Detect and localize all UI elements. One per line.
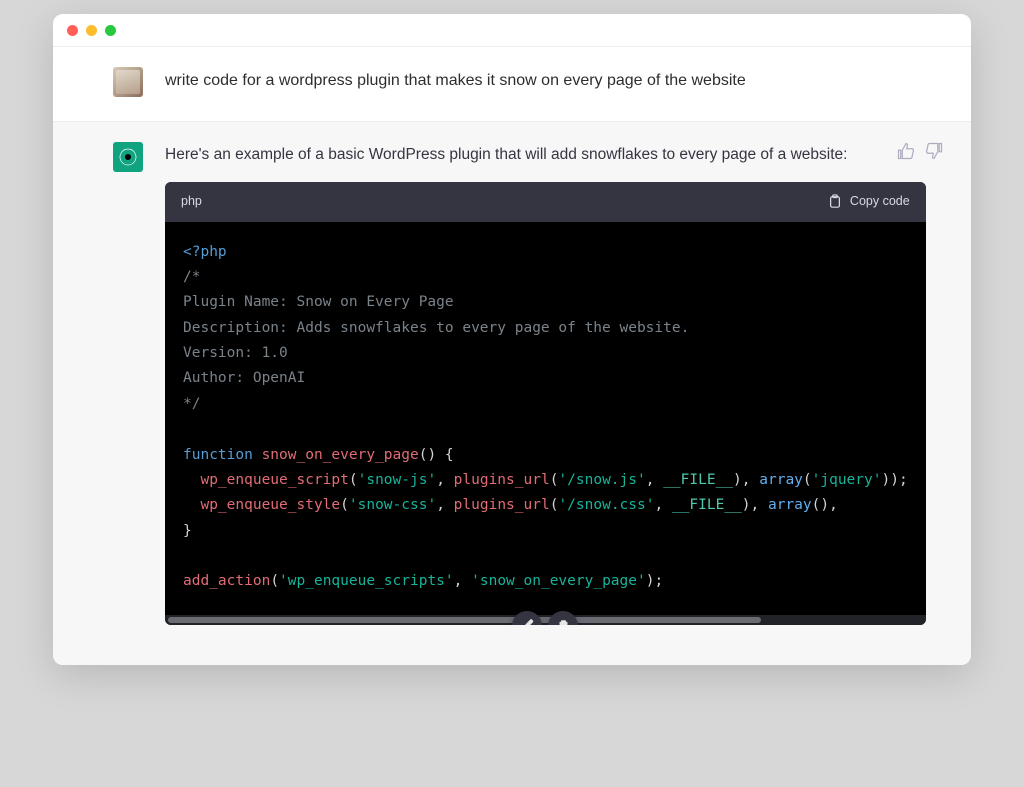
openai-logo-icon — [118, 147, 138, 167]
copy-code-button[interactable]: Copy code — [828, 191, 910, 212]
window-titlebar — [53, 14, 971, 46]
code-block-header: php Copy code — [165, 182, 926, 221]
delete-message-button[interactable] — [548, 611, 578, 625]
window-close-button[interactable] — [67, 25, 78, 36]
thumbs-down-icon — [925, 142, 943, 160]
assistant-message-row: Here's an example of a basic WordPress p… — [53, 121, 971, 665]
assistant-avatar — [113, 142, 143, 172]
assistant-message-body: Here's an example of a basic WordPress p… — [165, 142, 926, 625]
thumbs-up-icon — [897, 142, 915, 160]
code-scroll-area[interactable]: <?php /* Plugin Name: Snow on Every Page… — [165, 222, 926, 615]
feedback-buttons — [897, 142, 943, 160]
thumbs-down-button[interactable] — [925, 142, 943, 160]
edit-message-button[interactable] — [512, 611, 542, 625]
user-avatar — [113, 67, 143, 97]
message-action-toolbar — [512, 611, 578, 625]
scrollbar-thumb[interactable] — [168, 617, 761, 623]
code-language-label: php — [181, 191, 202, 212]
user-message-row: write code for a wordpress plugin that m… — [53, 46, 971, 121]
assistant-intro-text: Here's an example of a basic WordPress p… — [165, 142, 926, 168]
code-block: php Copy code <?php /* Plugin Name: Snow… — [165, 182, 926, 625]
user-message-text: write code for a wordpress plugin that m… — [165, 67, 911, 97]
pencil-icon — [520, 618, 535, 625]
code-content: <?php /* Plugin Name: Snow on Every Page… — [165, 222, 926, 615]
window-minimize-button[interactable] — [86, 25, 97, 36]
clipboard-icon — [828, 194, 842, 209]
trash-icon — [556, 618, 571, 625]
window-zoom-button[interactable] — [105, 25, 116, 36]
thumbs-up-button[interactable] — [897, 142, 915, 160]
chat-window: write code for a wordpress plugin that m… — [53, 14, 971, 665]
copy-code-label: Copy code — [850, 191, 910, 212]
